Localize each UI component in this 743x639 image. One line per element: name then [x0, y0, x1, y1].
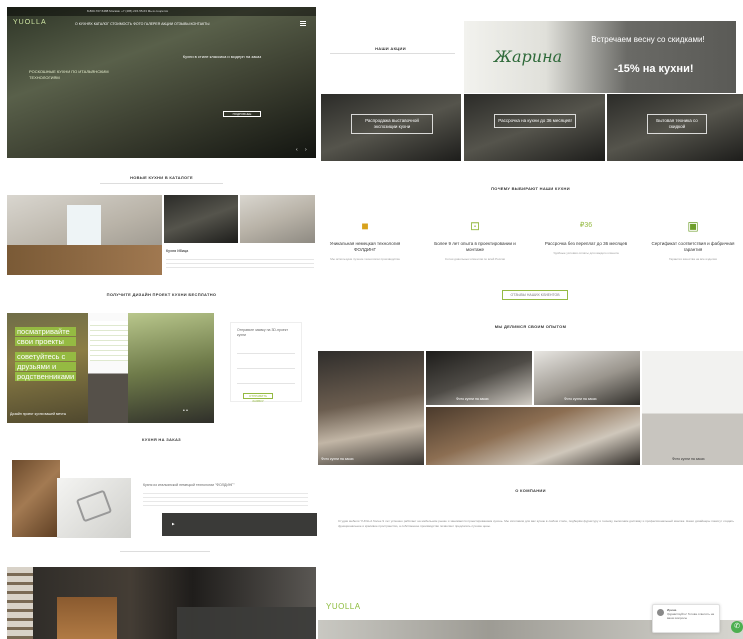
experience-photo-4[interactable]: Фото кухни на заказ — [642, 351, 743, 465]
order-photo-hinge[interactable] — [57, 478, 131, 538]
promo-script-logo: Жарина — [494, 47, 563, 66]
divider — [120, 551, 210, 552]
hero-left-text: РОСКОШНЫЕ КУХНИ ПО ИТАЛЬЯНСКИМ ТЕХНОЛОГИ… — [29, 69, 109, 80]
chevron-left-icon[interactable]: ‹ — [296, 147, 298, 153]
promo-box-2[interactable]: Рассрочка на кухни до 36 месяцев! — [464, 94, 605, 161]
section-title-design: ПОЛУЧИТЕ ДИЗАЙН ПРОЕКТ КУХНИ БЕСПЛАТНО — [106, 292, 217, 297]
name-field[interactable] — [237, 353, 295, 354]
footer-logo[interactable]: YUOLLA — [326, 602, 361, 611]
percent-icon: ₽36 — [579, 222, 593, 229]
experience-photo-3[interactable]: Фото кухни на заказ — [534, 351, 640, 405]
section-title-why: ПОЧЕМУ ВЫБИРАЮТ НАШИ КУХНИ — [491, 186, 570, 191]
chat-message: Здравствуйте! Готова ответить на ваши во… — [667, 612, 715, 620]
main-menu[interactable]: О КУХНЯХ КАТАЛОГ СТОИМОСТЬ ФОТО ГАЛЕРЕЯ … — [75, 22, 209, 26]
design-promo-text: посматривайте свои проекты советуйтесь сд… — [15, 327, 77, 381]
site-logo[interactable]: YUOLLA — [13, 19, 47, 26]
order-description — [143, 490, 308, 506]
hero-right-text: Кухни в стиле классика и модерн на заказ — [182, 54, 262, 59]
advantage-item: ₽36 Рассрочка без переплат до 36 месяцев… — [541, 219, 631, 256]
form-title: Отправьте заявку на 3D-проект кухни — [237, 328, 289, 337]
catalog-photo-3[interactable] — [240, 195, 315, 243]
experience-photo-2[interactable]: Фото кухни на заказ — [426, 351, 532, 405]
section-title-experience: МЫ ДЕЛИМСЯ СВОИМ ОПЫТОМ — [494, 324, 567, 329]
design-phone-mockup: • • — [88, 313, 214, 423]
promo-percent: -15% на кухни! — [614, 63, 694, 75]
all-reviews-button[interactable]: ОТЗЫВЫ НАШИХ КЛИЕНТОВ — [502, 290, 568, 300]
order-video[interactable]: ▶ — [162, 513, 317, 536]
advantage-item: ▣ Сертификат соответствия и фабричная га… — [651, 219, 735, 261]
order-gallery-photo[interactable] — [7, 567, 316, 639]
divider — [100, 183, 223, 184]
promo-box-label: Распродажа выставочной экспозиции кухни — [351, 114, 433, 134]
chat-popup[interactable]: Ирина Здравствуйте! Готова ответить на в… — [652, 604, 720, 633]
hero-banner: 8-800-707-5488 Москва: +7 (495) 215-55-6… — [7, 7, 316, 158]
experience-photo-1[interactable]: Фото кухни на заказ — [318, 351, 424, 465]
hero-button[interactable]: ПОДРОБНЕЕ — [223, 111, 261, 117]
briefcase-icon: ■ — [361, 219, 369, 233]
avatar — [657, 609, 664, 616]
order-photo-1[interactable] — [12, 460, 60, 537]
about-text: Студия мебели YUOLLA более 9 лет успешно… — [338, 519, 734, 528]
dots-icon[interactable]: • • — [183, 408, 188, 414]
catalog-description — [166, 256, 314, 270]
menu-icon[interactable] — [300, 21, 306, 26]
promo-box-label: Бытовая техника со скидкой — [647, 114, 707, 134]
section-title-catalog: НОВЫЕ КУХНИ В КАТАЛОГЕ — [130, 175, 193, 180]
promo-box-3[interactable]: Бытовая техника со скидкой — [607, 94, 743, 161]
email-field[interactable] — [237, 383, 295, 384]
ruler-icon: ⊡ — [469, 219, 481, 233]
experience-photo-5[interactable] — [426, 407, 640, 465]
form-submit-button[interactable]: ОТПРАВИТЬ ЗАЯВКУ — [243, 393, 273, 403]
catalog-photo-main[interactable] — [7, 195, 162, 275]
section-title-about: О КОМПАНИИ — [515, 488, 546, 493]
catalog-photo-2[interactable] — [164, 195, 238, 243]
advantage-item: ⊡ Более 9 лет опыта в проектировании и м… — [434, 219, 516, 261]
phone-field[interactable] — [237, 368, 295, 369]
order-caption: Кухня из итальянской немецкой технологии… — [143, 483, 235, 487]
section-title-promos: НАШИ АКЦИИ — [375, 46, 406, 51]
promo-headline: Встречаем весну со скидками! — [591, 35, 705, 44]
design-caption: Дизайн проект кухни вашей мечты — [10, 412, 67, 416]
top-bar: 8-800-707-5488 Москва: +7 (495) 215-55-6… — [7, 7, 316, 16]
design-promo-photo: посматривайте свои проекты советуйтесь сд… — [7, 313, 97, 423]
promo-box-label: Рассрочка на кухни до 36 месяцев! — [494, 114, 576, 128]
chat-icon[interactable]: ✆ — [731, 621, 743, 633]
design-request-form: Отправьте заявку на 3D-проект кухни ОТПР… — [230, 322, 302, 403]
promo-banner[interactable]: Жарина Встречаем весну со скидками! -15%… — [464, 21, 736, 93]
advantage-item: ■ Уникальная немецкая технология ФОЛДИНГ… — [329, 219, 401, 261]
chevron-right-icon[interactable]: › — [305, 147, 307, 153]
section-title-order: КУХНЯ НА ЗАКАЗ — [142, 437, 181, 442]
certificate-icon: ▣ — [687, 219, 699, 233]
divider — [330, 53, 455, 54]
catalog-caption: Кухня Ибица — [166, 249, 189, 253]
topbar-contacts: 8-800-707-5488 Москва: +7 (495) 215-55-6… — [87, 9, 169, 13]
promo-box-1[interactable]: Распродажа выставочной экспозиции кухни — [321, 94, 461, 161]
